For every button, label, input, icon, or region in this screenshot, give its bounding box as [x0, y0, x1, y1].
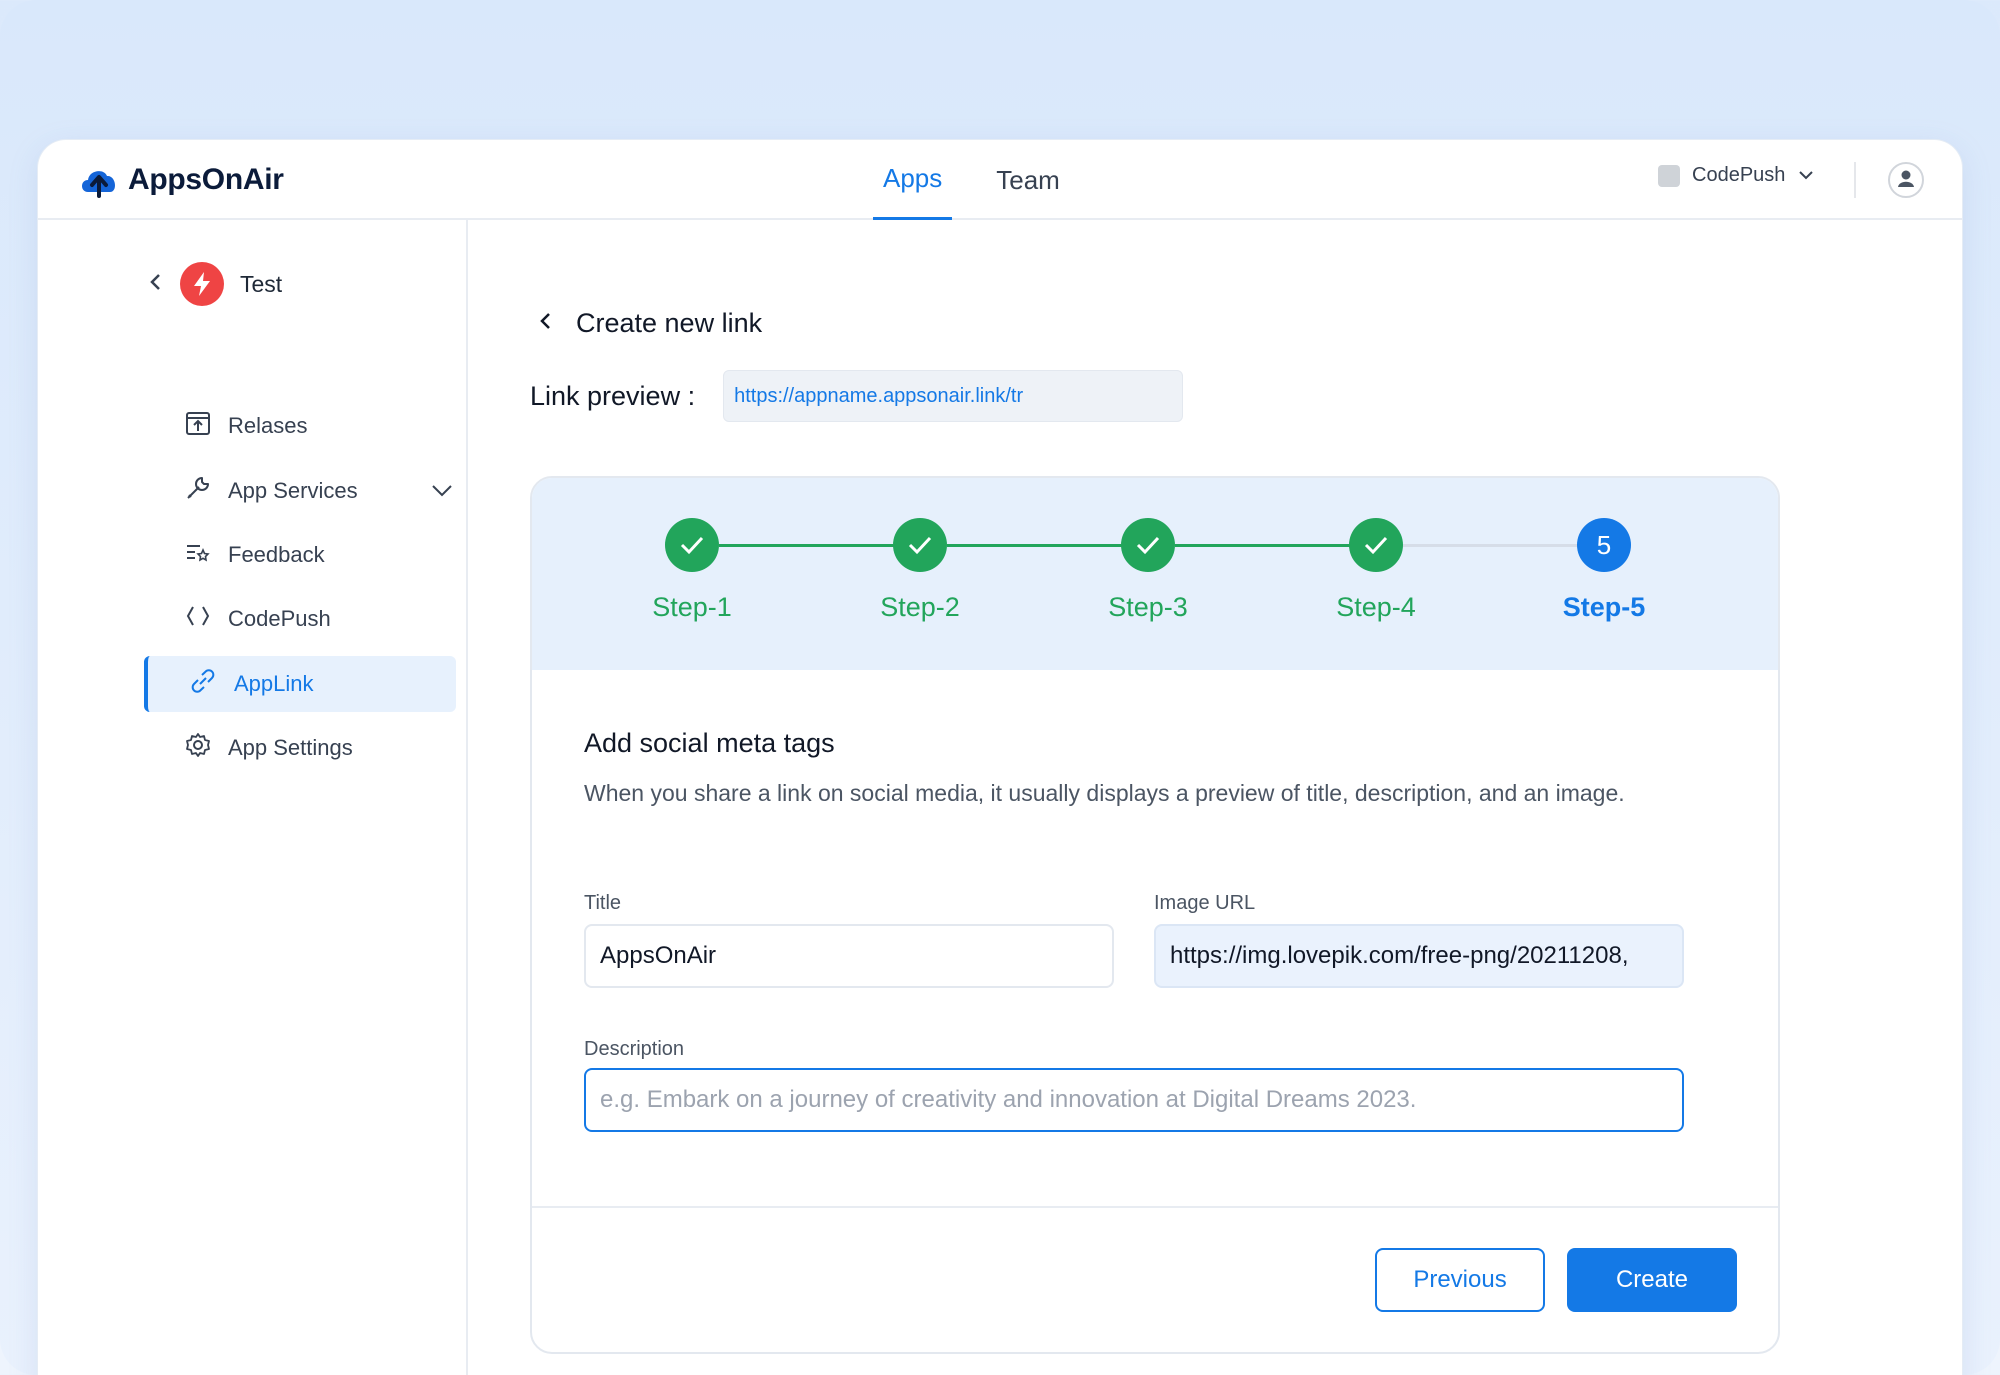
link-icon	[188, 667, 218, 701]
step-2[interactable]: Step-2	[830, 518, 1010, 623]
header-divider	[1854, 162, 1856, 198]
step-label: Step-3	[1108, 592, 1188, 622]
cloud-upload-icon	[78, 162, 120, 198]
step-label: Step-4	[1336, 592, 1416, 622]
wrench-icon	[184, 474, 212, 508]
app-name: Test	[240, 270, 283, 297]
gear-icon	[184, 731, 212, 765]
sidebar-item-label: CodePush	[228, 606, 331, 631]
image-url-field-label: Image URL	[1154, 892, 1256, 914]
step-label: Step-1	[652, 592, 732, 622]
section-description: When you share a link on social media, i…	[584, 780, 1625, 806]
app-icon	[180, 262, 224, 306]
back-arrow-icon[interactable]	[538, 309, 554, 338]
description-field-label: Description	[584, 1038, 685, 1060]
section-title: Add social meta tags	[584, 728, 835, 758]
step-3[interactable]: Step-3	[1058, 518, 1238, 623]
page-header: Create new link	[538, 308, 762, 339]
top-bar: AppsOnAir Apps Team CodePush	[38, 140, 1962, 220]
feedback-list-star-icon	[184, 538, 212, 572]
user-avatar[interactable]	[1888, 162, 1924, 198]
wizard-card: Step-1 Step-2 Step-3 Step-4 5 Step-5 Add…	[530, 476, 1780, 1354]
image-url-input[interactable]: https://img.lovepik.com/free-png/2021120…	[1154, 924, 1684, 988]
description-input[interactable]: e.g. Embark on a journey of creativity a…	[584, 1068, 1684, 1132]
check-icon	[893, 518, 947, 572]
step-1[interactable]: Step-1	[602, 518, 782, 623]
main-nav: Apps Team	[873, 140, 1070, 220]
page-title: Create new link	[576, 308, 763, 338]
sidebar-item-app-services[interactable]: App Services	[184, 463, 494, 519]
code-brackets-icon	[184, 602, 212, 636]
check-icon	[665, 518, 719, 572]
upload-box-icon	[184, 409, 212, 443]
brand-logo[interactable]: AppsOnAir	[78, 162, 284, 198]
stepper: Step-1 Step-2 Step-3 Step-4 5 Step-5	[532, 478, 1778, 670]
chevron-down-icon	[1797, 164, 1815, 187]
app-header: Test	[148, 262, 282, 306]
sidebar-item-app-settings[interactable]: App Settings	[184, 720, 494, 776]
nav-tab-team[interactable]: Team	[986, 140, 1070, 220]
step-4[interactable]: Step-4	[1286, 518, 1466, 623]
chevron-left-icon[interactable]	[148, 271, 164, 298]
check-icon	[1349, 518, 1403, 572]
step-label: Step-5	[1562, 592, 1646, 622]
step-5[interactable]: 5 Step-5	[1514, 518, 1694, 623]
org-name: CodePush	[1692, 164, 1786, 186]
link-preview-label: Link preview :	[530, 380, 696, 411]
org-avatar	[1658, 164, 1680, 187]
step-label: Step-2	[880, 592, 960, 622]
brand-name: AppsOnAir	[128, 163, 284, 196]
sidebar-item-label: App Services	[228, 478, 358, 503]
sidebar-item-label: App Settings	[228, 735, 353, 760]
link-preview-row: Link preview : https://appname.appsonair…	[530, 370, 1184, 422]
title-input[interactable]: AppsOnAir	[584, 924, 1114, 988]
sidebar-item-label: Relases	[228, 413, 308, 438]
create-button[interactable]: Create	[1567, 1248, 1737, 1312]
sidebar-item-applink[interactable]: AppLink	[144, 656, 456, 712]
sidebar-item-label: Feedback	[228, 542, 325, 567]
sidebar-item-label: AppLink	[234, 671, 314, 696]
sidebar-item-releases[interactable]: Relases	[184, 398, 494, 454]
sidebar: Test Relases App Services Feedback CodeP…	[38, 220, 468, 1375]
sidebar-item-feedback[interactable]: Feedback	[184, 527, 494, 583]
link-preview-url[interactable]: https://appname.appsonair.link/tr	[723, 370, 1184, 422]
nav-tab-apps[interactable]: Apps	[873, 140, 953, 220]
step-number: 5	[1577, 518, 1631, 572]
app-window: AppsOnAir Apps Team CodePush Test Relase…	[38, 140, 1962, 1375]
org-selector[interactable]: CodePush	[1658, 164, 1815, 187]
check-icon	[1121, 518, 1175, 572]
user-icon	[1895, 167, 1917, 194]
title-field-label: Title	[584, 892, 622, 914]
card-footer-divider	[532, 1206, 1778, 1208]
sidebar-item-codepush[interactable]: CodePush	[184, 591, 494, 647]
chevron-down-icon	[430, 478, 454, 504]
previous-button[interactable]: Previous	[1375, 1248, 1545, 1312]
